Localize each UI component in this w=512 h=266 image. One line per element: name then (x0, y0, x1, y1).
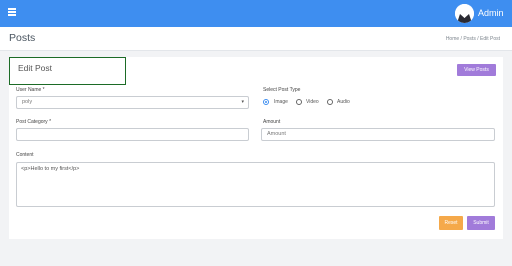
radio-image[interactable] (263, 99, 269, 105)
submit-button[interactable]: Submit (467, 216, 495, 230)
edit-post-card: Edit Post View Posts User Name * poly ▾ … (9, 57, 503, 239)
radio-audio[interactable] (327, 99, 333, 105)
card-title: Edit Post (18, 63, 53, 73)
amount-input[interactable]: Amount (261, 128, 495, 141)
card-header: Edit Post (9, 57, 126, 85)
admin-user-label[interactable]: Admin (478, 8, 504, 18)
view-posts-button[interactable]: View Posts (457, 64, 496, 76)
amount-placeholder: Amount (267, 131, 286, 137)
user-name-label: User Name * (16, 87, 45, 93)
radio-image-label: Image (274, 99, 288, 105)
page-title: Posts (9, 32, 36, 44)
content-value: <p>Hello to my first</p> (21, 166, 80, 172)
breadcrumb[interactable]: Home / Posts / Edit Post (446, 36, 500, 42)
reset-button[interactable]: Reset (439, 216, 463, 230)
chevron-down-icon: ▾ (241, 99, 244, 105)
post-type-label: Select Post Type (263, 87, 301, 93)
content-textarea[interactable]: <p>Hello to my first</p> (16, 162, 495, 207)
hamburger-menu-icon[interactable] (8, 8, 16, 16)
user-avatar-icon[interactable] (455, 4, 474, 23)
radio-video[interactable] (296, 99, 302, 105)
post-category-label: Post Category * (16, 119, 52, 125)
top-navbar: Admin (0, 0, 512, 27)
post-category-input[interactable] (16, 128, 249, 141)
user-name-select[interactable]: poly ▾ (16, 96, 249, 109)
amount-label: Amount (263, 119, 281, 125)
radio-video-label: Video (306, 99, 319, 105)
user-name-value: poly (22, 99, 33, 105)
radio-audio-label: Audio (337, 99, 350, 105)
page-header: Posts Home / Posts / Edit Post (0, 27, 512, 51)
content-label: Content (16, 152, 34, 158)
